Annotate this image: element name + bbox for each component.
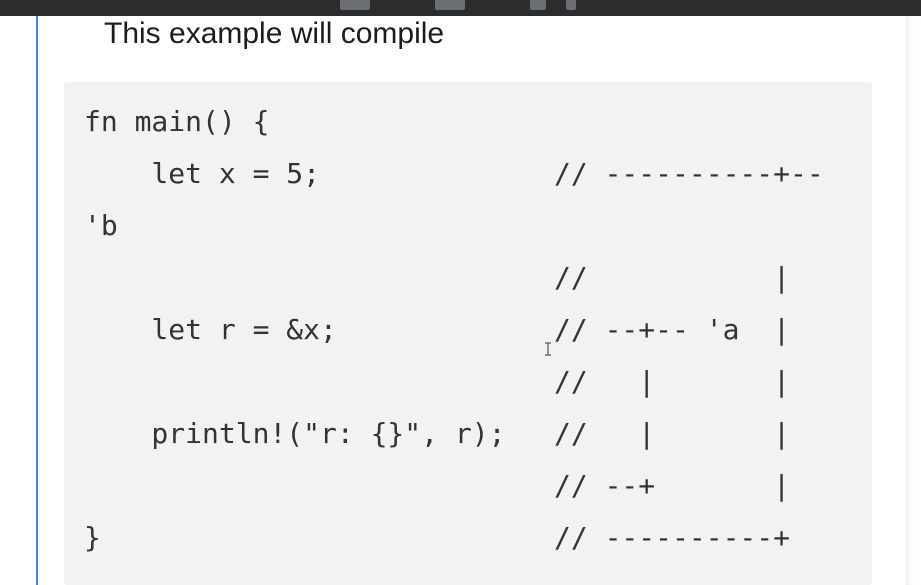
toolbar-icon <box>340 0 370 10</box>
scrollbar-track[interactable] <box>906 16 921 585</box>
code-line: let r = &x; <box>84 313 337 346</box>
code-line: let x = 5; <box>84 157 321 190</box>
toolbar-icon <box>435 0 465 10</box>
code-line: } <box>84 521 101 554</box>
code-line: 'b <box>84 209 118 242</box>
text-cursor-icon <box>545 342 551 356</box>
code-comment: // | | <box>554 365 791 398</box>
code-line: fn main() { <box>84 105 270 138</box>
section-heading: This example will compile <box>104 17 445 50</box>
left-gutter <box>0 16 38 585</box>
code-comment: // ----------+-- <box>554 157 824 190</box>
code-block: fn main() { let x = 5; 'b let r = &x; pr… <box>64 82 872 585</box>
toolbar-icon <box>530 0 546 10</box>
toolbar-icon <box>566 0 576 10</box>
code-comment: // ----------+ <box>554 521 791 554</box>
code-comment: // | | <box>554 417 791 450</box>
code-line: println!("r: {}", r); <box>84 417 506 450</box>
code-comment: // --+-- 'a | <box>554 313 791 346</box>
code-comment: // --+ | <box>554 469 791 502</box>
code-comment: // | <box>554 261 791 294</box>
